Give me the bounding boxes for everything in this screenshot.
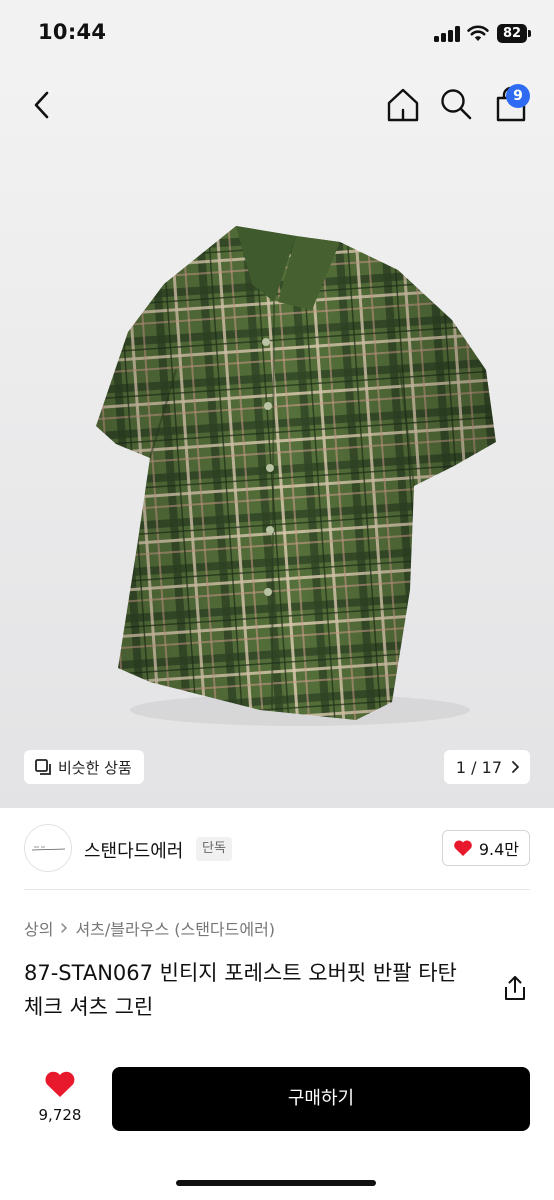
home-button[interactable] (384, 86, 422, 124)
heart-icon (454, 840, 472, 856)
breadcrumb: 상의 셔츠/블라우스 (스탠다드에러) (24, 916, 275, 940)
similar-products-label: 비슷한 상품 (58, 758, 132, 777)
heart-filled-icon (45, 1071, 75, 1097)
brand-name[interactable]: 스탠다드에러 (84, 837, 183, 863)
wifi-icon (467, 25, 489, 41)
chevron-right-icon (61, 923, 68, 933)
search-button[interactable] (438, 86, 474, 122)
brand-like-button[interactable]: 9.4만 (441, 830, 530, 866)
exclusive-tag: 단독 (196, 837, 232, 861)
brand-row: 스탠다드에러 단독 9.4만 (0, 808, 554, 890)
share-button[interactable] (502, 974, 528, 1002)
product-title: 87-STAN067 빈티지 포레스트 오버핏 반팔 타탄 체크 셔츠 그린 (24, 961, 457, 1019)
search-icon (441, 89, 472, 120)
battery-icon (528, 30, 531, 37)
similar-products-button[interactable]: 비슷한 상품 (24, 750, 144, 784)
back-button[interactable] (28, 88, 58, 122)
home-icon (387, 88, 419, 122)
buy-button[interactable]: 구매하기 (112, 1067, 530, 1131)
brand-like-count: 9.4만 (478, 840, 519, 859)
duplicate-icon (35, 759, 51, 775)
breadcrumb-subcategory[interactable]: 셔츠/블라우스 (스탠다드에러) (75, 916, 275, 940)
product-image (96, 226, 496, 726)
status-time: 10:44 (38, 20, 107, 44)
section-divider (24, 889, 530, 890)
page-indicator-label: 1 / 17 (455, 757, 502, 777)
chevron-right-icon (512, 761, 519, 773)
status-bar: 10:44 82 (0, 0, 554, 70)
image-page-indicator[interactable]: 1 / 17 (443, 750, 530, 784)
battery-level: 82 (497, 24, 527, 43)
home-indicator (176, 1180, 376, 1186)
chevron-left-icon (34, 91, 49, 119)
share-icon (505, 976, 525, 1000)
breadcrumb-category[interactable]: 상의 (24, 916, 53, 940)
brand-logo[interactable] (24, 824, 72, 872)
wishlist-button[interactable]: 9,728 (30, 1068, 90, 1128)
cellular-signal-icon (434, 26, 460, 42)
product-image-gallery[interactable]: 9 비슷한 상품 1 / 17 (0, 70, 554, 808)
brand-logo-mark (31, 846, 66, 851)
wishlist-count: 9,728 (38, 1106, 82, 1124)
cart-count-badge: 9 (506, 84, 530, 108)
